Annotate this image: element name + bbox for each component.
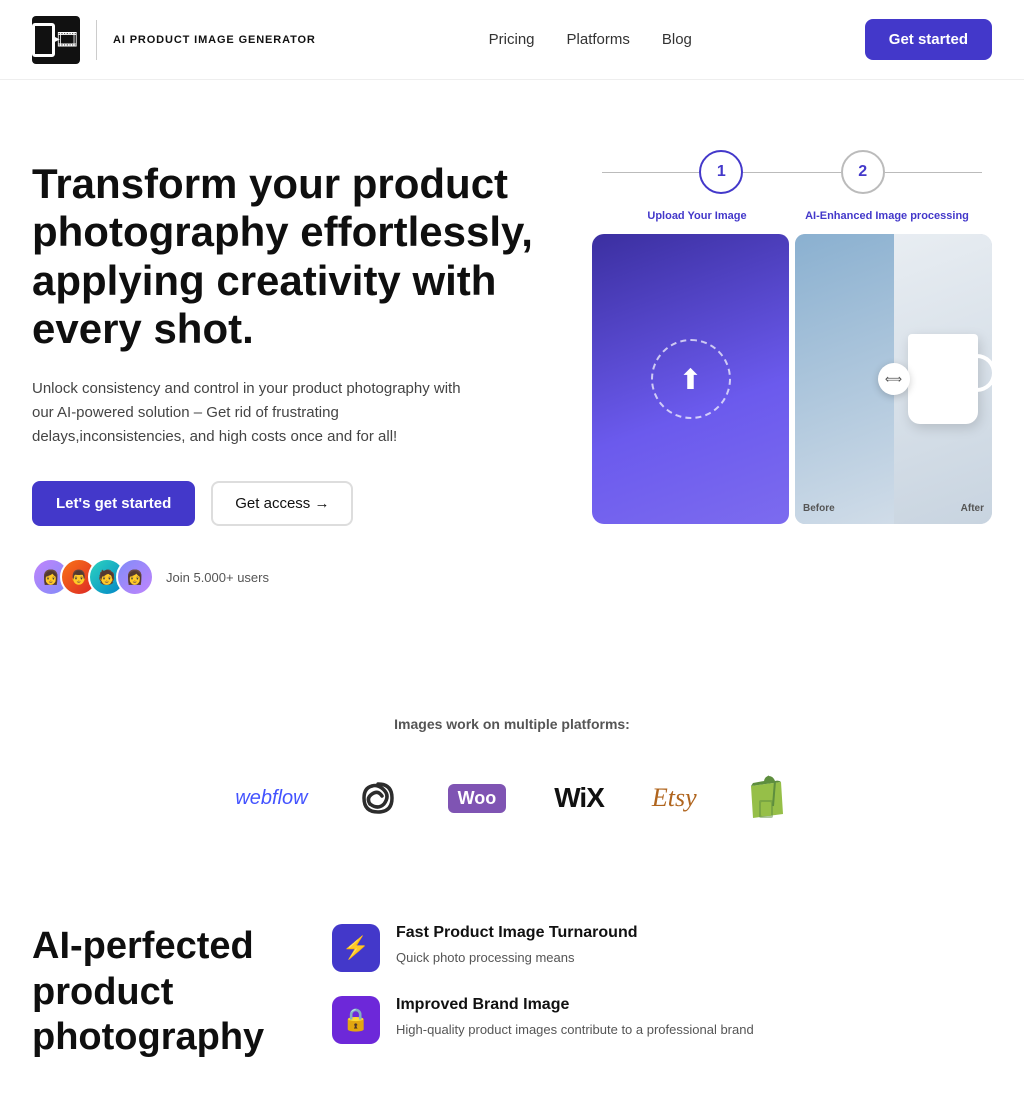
nav-get-started-button[interactable]: Get started xyxy=(865,19,992,60)
nav-divider xyxy=(96,20,97,60)
wix-logo: WiX xyxy=(554,782,604,814)
hero-title: Transform your product photography effor… xyxy=(32,160,552,353)
nav-link-blog[interactable]: Blog xyxy=(662,31,692,48)
hero-buttons: Let's get started Get access → xyxy=(32,481,552,526)
get-access-button[interactable]: Get access → xyxy=(211,481,353,526)
before-after-bar: Before After ⟺ xyxy=(795,234,992,524)
before-after-handle[interactable]: ⟺ xyxy=(878,363,910,395)
bolt-icon: ⚡ xyxy=(342,935,369,961)
nav-link-pricing[interactable]: Pricing xyxy=(489,31,535,48)
step-1-label: Upload Your Image xyxy=(602,210,792,222)
hero-section: Transform your product photography effor… xyxy=(0,80,1024,656)
hero-images: ⬆ Before After xyxy=(592,234,992,524)
features-heading: AI-perfected product photography xyxy=(32,924,292,1061)
feature-text-turnaround: Fast Product Image Turnaround Quick phot… xyxy=(396,924,638,968)
platforms-logos: webflow Woo WiX Etsy xyxy=(32,772,992,824)
feature-title-brand: Improved Brand Image xyxy=(396,996,754,1014)
navbar: 🎞 AI PRODUCT IMAGE GENERATOR Pricing Pla… xyxy=(0,0,1024,80)
platforms-title: Images work on multiple platforms: xyxy=(32,716,992,732)
hero-subtitle: Unlock consistency and control in your p… xyxy=(32,377,472,449)
step-line-left xyxy=(602,172,699,173)
product-mug xyxy=(908,334,978,424)
feature-icon-bolt: ⚡ xyxy=(332,924,380,972)
upload-panel: ⬆ xyxy=(592,234,789,524)
step-line-middle xyxy=(743,172,840,173)
platforms-section: Images work on multiple platforms: webfl… xyxy=(0,656,1024,864)
feature-text-brand: Improved Brand Image High-quality produc… xyxy=(396,996,754,1040)
squarespace-logo xyxy=(356,776,400,820)
lock-icon: 🔒 xyxy=(342,1007,369,1033)
logo-icon: 🎞 xyxy=(32,16,80,64)
hero-visual: 1 2 Upload Your Image AI-Enhanced Image … xyxy=(592,150,992,524)
features-cards: ⚡ Fast Product Image Turnaround Quick ph… xyxy=(332,924,992,1044)
step-2-circle: 2 xyxy=(841,150,885,194)
hero-users: 👩 👨 🧑 👩 Join 5.000+ users xyxy=(32,558,552,596)
feature-desc-brand: High-quality product images contribute t… xyxy=(396,1020,754,1040)
webflow-logo: webflow xyxy=(235,787,307,810)
feature-desc-turnaround: Quick photo processing means xyxy=(396,948,638,968)
hero-text: Transform your product photography effor… xyxy=(32,160,552,596)
feature-title-turnaround: Fast Product Image Turnaround xyxy=(396,924,638,942)
step-1-circle: 1 xyxy=(699,150,743,194)
step-labels: Upload Your Image AI-Enhanced Image proc… xyxy=(592,210,992,222)
step-line-right xyxy=(885,172,982,173)
nav-brand-area: 🎞 AI PRODUCT IMAGE GENERATOR xyxy=(32,16,316,64)
step-2-label: AI-Enhanced Image processing xyxy=(792,210,982,222)
shopify-logo xyxy=(745,772,789,824)
result-panel: Before After ⟺ xyxy=(795,234,992,524)
lets-get-started-button[interactable]: Let's get started xyxy=(32,481,195,526)
upload-circle: ⬆ xyxy=(651,339,731,419)
users-label: Join 5.000+ users xyxy=(166,570,269,585)
upload-arrow-icon: ⬆ xyxy=(679,363,702,396)
feature-card-brand: 🔒 Improved Brand Image High-quality prod… xyxy=(332,996,992,1044)
feature-card-turnaround: ⚡ Fast Product Image Turnaround Quick ph… xyxy=(332,924,992,972)
woocommerce-logo: Woo xyxy=(448,784,507,813)
steps-bar: 1 2 xyxy=(592,150,992,194)
before-label: Before xyxy=(803,503,835,514)
brand-name: AI PRODUCT IMAGE GENERATOR xyxy=(113,34,316,46)
avatar-group: 👩 👨 🧑 👩 xyxy=(32,558,154,596)
avatar: 👩 xyxy=(116,558,154,596)
feature-icon-lock: 🔒 xyxy=(332,996,380,1044)
after-label: After xyxy=(961,503,984,514)
features-left: AI-perfected product photography xyxy=(32,924,292,1061)
nav-links: Pricing Platforms Blog xyxy=(489,31,692,48)
nav-link-platforms[interactable]: Platforms xyxy=(567,31,630,48)
features-section: AI-perfected product photography ⚡ Fast … xyxy=(0,864,1024,1101)
etsy-logo: Etsy xyxy=(652,783,697,813)
